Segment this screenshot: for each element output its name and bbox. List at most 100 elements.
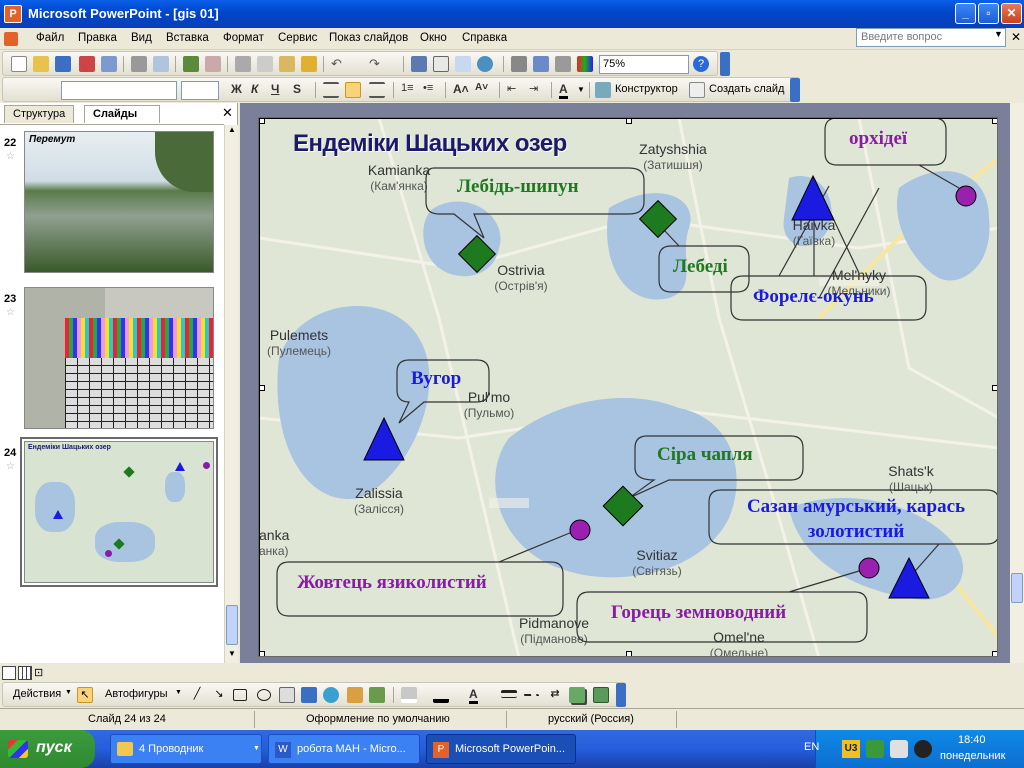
font-color-button[interactable]: A <box>559 82 568 99</box>
network-icon[interactable] <box>866 740 884 758</box>
align-right-icon[interactable] <box>369 82 385 98</box>
resize-handle[interactable] <box>626 651 632 656</box>
increase-font-button[interactable]: A˄ <box>453 82 469 96</box>
actions-menu[interactable]: Действия <box>13 688 61 700</box>
print-preview-icon[interactable] <box>153 56 169 72</box>
line-color-icon[interactable] <box>433 687 449 703</box>
permission-icon[interactable] <box>79 56 95 72</box>
align-center-icon[interactable] <box>345 82 361 98</box>
arrow-style-icon[interactable]: ⇄ <box>547 687 563 703</box>
hyperlink-icon[interactable] <box>477 56 493 72</box>
maximize-button[interactable]: ▫ <box>978 3 999 24</box>
print-icon[interactable] <box>131 56 147 72</box>
close-button[interactable]: ✕ <box>1001 3 1022 24</box>
scroll-thumb[interactable] <box>1011 573 1023 603</box>
normal-view-icon[interactable] <box>2 666 16 680</box>
show-formatting-icon[interactable] <box>533 56 549 72</box>
chart-icon[interactable] <box>411 56 427 72</box>
panel-scrollbar[interactable]: ▲ ▼ <box>224 125 238 663</box>
safely-remove-icon[interactable] <box>890 740 908 758</box>
slide-thumbnail-22[interactable]: Перемут <box>24 131 214 273</box>
taskbar-word[interactable]: W робота МАН - Micro... <box>268 734 420 764</box>
group-dropdown-icon[interactable]: ▼ <box>253 745 260 752</box>
powerpoint-app-icon[interactable]: P <box>4 5 22 23</box>
diagram-icon[interactable] <box>323 687 339 703</box>
font-color-draw-icon[interactable]: A <box>469 687 478 704</box>
align-left-icon[interactable] <box>323 82 339 98</box>
line-style-icon[interactable] <box>501 690 517 698</box>
u3-icon[interactable]: U3 <box>842 740 860 758</box>
format-painter-icon[interactable] <box>301 56 317 72</box>
wordart-icon[interactable] <box>301 687 317 703</box>
bold-button[interactable]: Ж <box>231 82 242 96</box>
menu-format[interactable]: Формат <box>223 32 264 44</box>
designer-button[interactable]: Конструктор <box>615 83 678 95</box>
grid-icon[interactable] <box>555 56 571 72</box>
font-name-select[interactable] <box>61 81 177 100</box>
tables-borders-icon[interactable] <box>455 56 471 72</box>
copy-icon[interactable] <box>257 56 273 72</box>
underline-button[interactable]: Ч <box>271 82 279 96</box>
clipart-icon[interactable] <box>347 687 363 703</box>
increase-indent-icon[interactable]: ⇥ <box>529 82 545 98</box>
help-icon[interactable]: ? <box>693 56 709 72</box>
language-indicator[interactable]: EN <box>804 741 819 753</box>
oval-icon[interactable] <box>257 689 271 701</box>
new-icon[interactable] <box>11 56 27 72</box>
toolbar-options-handle[interactable] <box>720 52 730 76</box>
bullets-icon[interactable]: •≡ <box>423 82 439 98</box>
dash-style-icon[interactable] <box>523 694 539 698</box>
spelling-icon[interactable] <box>183 56 199 72</box>
resize-handle[interactable] <box>992 118 997 124</box>
redo-icon[interactable]: ↷ <box>369 56 385 72</box>
tab-outline[interactable]: Структура <box>4 105 75 123</box>
decrease-font-button[interactable]: A˅ <box>475 82 488 93</box>
line-icon[interactable]: ╱ <box>189 687 205 703</box>
menu-view[interactable]: Вид <box>131 32 152 44</box>
menu-file[interactable]: Файл <box>36 32 64 44</box>
resize-handle[interactable] <box>259 118 265 124</box>
open-icon[interactable] <box>33 56 49 72</box>
taskbar-powerpoint[interactable]: P Microsoft PowerPoin... <box>426 734 576 764</box>
italic-button[interactable]: К <box>251 82 258 96</box>
help-search-input[interactable]: Введите вопрос <box>856 28 1006 47</box>
font-color-dropdown-icon[interactable]: ▼ <box>577 85 585 94</box>
paste-icon[interactable] <box>279 56 295 72</box>
actions-dropdown-icon[interactable]: ▼ <box>65 689 72 696</box>
tab-slides[interactable]: Слайды <box>84 105 160 123</box>
editor-scrollbar[interactable] <box>1010 103 1024 663</box>
resize-handle[interactable] <box>259 651 265 656</box>
resize-handle[interactable] <box>992 385 997 391</box>
taskbar-explorer[interactable]: 4 Проводник ▼ <box>110 734 262 764</box>
scroll-down-icon[interactable]: ▼ <box>225 649 239 663</box>
document-icon[interactable] <box>4 32 18 46</box>
clock-time[interactable]: 18:40 <box>958 734 986 746</box>
color-grayscale-icon[interactable] <box>577 56 593 72</box>
fill-color-icon[interactable] <box>401 687 417 703</box>
undo-icon[interactable]: ↶ <box>331 56 347 72</box>
scroll-up-icon[interactable]: ▲ <box>225 125 239 139</box>
menu-edit[interactable]: Правка <box>78 32 117 44</box>
scroll-thumb[interactable] <box>226 605 238 645</box>
toolbar-options-handle-2[interactable] <box>790 78 800 102</box>
menu-window[interactable]: Окно <box>420 32 447 44</box>
new-slide-button[interactable]: Создать слайд <box>709 83 784 95</box>
close-document-icon[interactable]: ✕ <box>1011 30 1021 44</box>
slide-canvas[interactable]: Ендеміки Шацьких озер Kamianka (Кам'янка)… <box>258 117 998 657</box>
resize-handle[interactable] <box>992 651 997 656</box>
cut-icon[interactable] <box>235 56 251 72</box>
rectangle-icon[interactable] <box>233 689 247 701</box>
zoom-select[interactable]: 75% <box>599 55 689 74</box>
slide-thumbnail-24[interactable]: Ендеміки Шацьких озер <box>24 441 214 583</box>
shadow-button[interactable]: S <box>293 82 301 96</box>
menu-slideshow[interactable]: Показ слайдов <box>329 32 408 44</box>
font-size-select[interactable] <box>181 81 219 100</box>
slideshow-icon[interactable]: ⊡ <box>34 666 48 680</box>
decrease-indent-icon[interactable]: ⇤ <box>507 82 523 98</box>
resize-handle[interactable] <box>626 118 632 124</box>
email-icon[interactable] <box>101 56 117 72</box>
slide-thumbnail-23[interactable] <box>24 287 214 429</box>
menu-tools[interactable]: Сервис <box>278 32 317 44</box>
volume-icon[interactable] <box>914 740 932 758</box>
research-icon[interactable] <box>205 56 221 72</box>
